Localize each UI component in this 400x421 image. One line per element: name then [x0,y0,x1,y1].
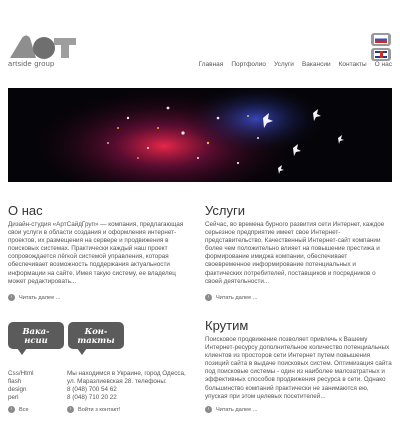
promo-read-more[interactable]: › Читать далее ... [205,406,257,413]
main-nav: Главная Портфолио Услуги Вакансии Контак… [199,61,392,68]
language-switcher[interactable] [371,33,391,63]
promo-text: Поисковое продвижение позволяет привлечь… [205,336,392,400]
list-item[interactable]: perl [8,394,34,402]
arrow-right-icon: › [205,294,212,301]
vacancies-all[interactable]: › Все [8,406,29,413]
uk-flag-icon [374,50,388,59]
nav-home[interactable]: Главная [199,61,224,68]
contacts-info: Мы находимся в Украине, город Одесса, ул… [67,370,186,402]
ru-flag-icon [374,35,388,44]
nav-vacancies[interactable]: Вакансии [302,61,331,68]
lang-en-button[interactable] [371,48,391,61]
services-title: Услуги [205,203,245,218]
about-read-more[interactable]: › Читать далее ... [8,294,60,301]
list-item[interactable]: flash [8,378,34,386]
arrow-right-icon: › [8,406,15,413]
phone-number[interactable]: 8 (048) 710 20 22 [67,394,186,402]
arrow-right-icon: › [67,406,74,413]
about-text: Дизайн-студия «АртСайдГруп» — компания, … [8,221,184,285]
phone-number[interactable]: 8 (048) 700 54 62 [67,386,186,394]
arrow-right-icon: › [205,406,212,413]
address-line: Мы находимся в Украине, город Одесса, [67,370,186,377]
contacts-link[interactable]: › Войти з контакт! [67,406,120,413]
nav-portfolio[interactable]: Портфолио [231,61,266,68]
nav-services[interactable]: Услуги [274,61,294,68]
nav-about[interactable]: О нас [375,61,392,68]
logo-text: artside group [8,59,55,68]
lang-ru-button[interactable] [371,33,391,46]
services-read-more[interactable]: › Читать далее ... [205,294,257,301]
address-line: ул. Маразлиевская 28. телефоны: [67,378,167,385]
services-text: Сейчас, во времена бурного развития сети… [205,221,385,285]
nav-contacts[interactable]: Контакты [339,61,367,68]
banner-image [8,88,392,182]
list-item[interactable]: Css/Html [8,370,34,378]
contacts-bubble[interactable]: Кон-такты [68,322,124,355]
about-title: О нас [8,203,43,218]
vacancies-list: Css/Html flash design perl [8,370,34,402]
vacancies-bubble[interactable]: Вака-нсии [8,322,64,355]
promo-title: Крутим [205,318,249,333]
hero-banner [8,88,392,182]
arrow-right-icon: › [8,294,15,301]
list-item[interactable]: design [8,386,34,394]
